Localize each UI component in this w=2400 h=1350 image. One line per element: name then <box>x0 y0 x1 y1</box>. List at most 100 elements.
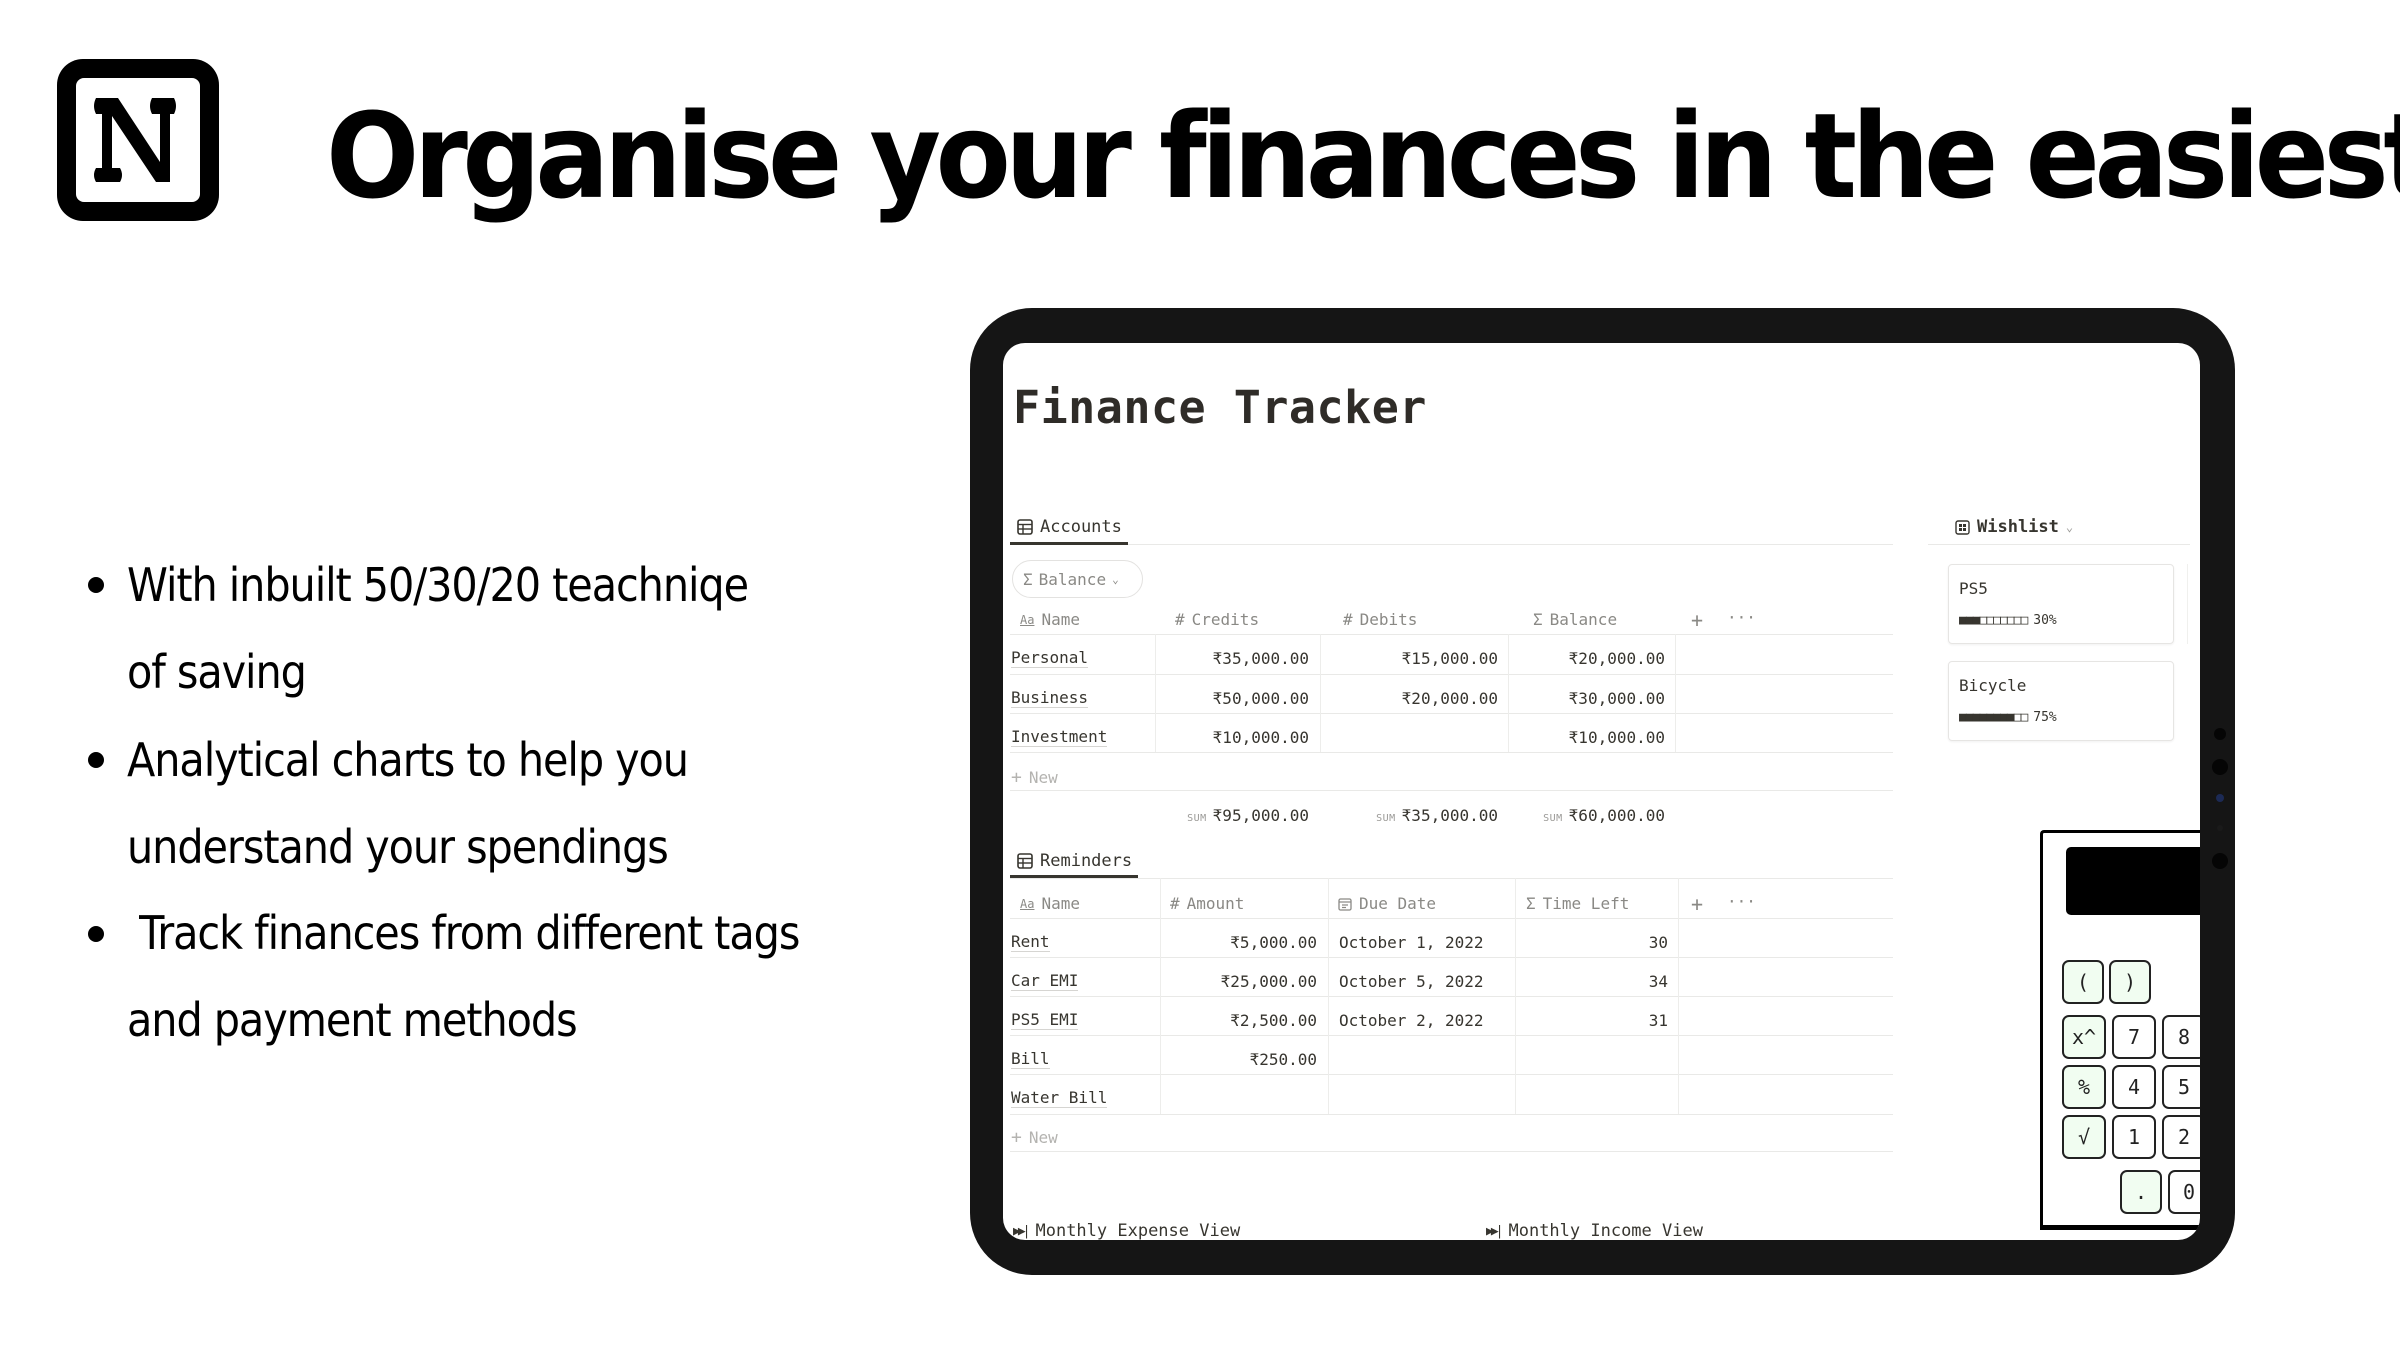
account-name[interactable]: Personal <box>1011 649 1089 668</box>
key-5[interactable]: 5 <box>2162 1065 2200 1109</box>
camera-lens-icon <box>2212 759 2228 775</box>
feature-2-line-1: Analytical charts to help you <box>127 733 689 787</box>
wishlist-view-selector[interactable]: Wishlist ⌄ <box>1955 517 2073 537</box>
key-decimal[interactable]: . <box>2120 1170 2162 1214</box>
balance-cell: ₹20,000.00 <box>1568 649 1665 668</box>
key-4[interactable]: 4 <box>2112 1065 2156 1109</box>
account-name[interactable]: Business <box>1011 689 1089 708</box>
key-sqrt[interactable]: √ <box>2062 1115 2106 1159</box>
column-header-label: Amount <box>1186 894 1245 913</box>
key-7[interactable]: 7 <box>2112 1015 2156 1059</box>
balance-filter-pill[interactable]: Σ Balance ⌄ <box>1012 560 1143 598</box>
key-0[interactable]: 0 <box>2168 1170 2200 1214</box>
notion-page: Finance Tracker Accounts Σ Balance ⌄ Aa … <box>1003 343 2200 1240</box>
wishlist-card[interactable]: PS5 ■■■□□□□□□□ 30% <box>1948 564 2174 644</box>
column-header-label: Due Date <box>1359 894 1437 913</box>
due-date-cell: October 1, 2022 <box>1339 933 1484 952</box>
feature-1-line-2: of saving <box>127 645 307 699</box>
reminder-name[interactable]: Bill <box>1011 1050 1050 1069</box>
number-property-icon: # <box>1170 894 1180 913</box>
sensor-dot-icon <box>2217 825 2223 831</box>
wishlist-card[interactable]: Bicycle ■■■■■■■■□□ 75% <box>1948 661 2174 741</box>
balance-sum[interactable]: SUM ₹60,000.00 <box>1473 806 1665 825</box>
column-divider <box>1675 634 1676 752</box>
calendar-icon <box>1338 897 1352 911</box>
active-tab-indicator <box>1010 875 1138 878</box>
balance-cell: ₹10,000.00 <box>1568 728 1665 747</box>
feature-3-line-2: and payment methods <box>127 993 578 1047</box>
camera-led-icon <box>2216 794 2224 802</box>
column-header-label: Debits <box>1359 610 1418 629</box>
row-divider <box>1010 790 1893 791</box>
text-property-icon: Aa <box>1020 896 1035 911</box>
debits-cell: ₹15,000.00 <box>1401 649 1498 668</box>
tab-accounts[interactable]: Accounts <box>1017 517 1122 537</box>
monthly-income-view-link[interactable]: ▶▶| Monthly Income View <box>1486 1221 1703 1240</box>
column-header-name[interactable]: Aa Name <box>1020 610 1080 629</box>
plus-icon: + <box>1011 767 1022 788</box>
monthly-expense-view-link[interactable]: ▶▶| Monthly Expense View <box>1013 1221 1240 1240</box>
calculator-bottom-edge <box>2040 1225 2200 1229</box>
row-divider <box>1010 713 1893 714</box>
column-header-time-left[interactable]: Σ Time Left <box>1526 894 1629 913</box>
reminder-name[interactable]: Water Bill <box>1011 1089 1108 1108</box>
new-row-label: New <box>1028 1128 1058 1147</box>
column-divider <box>1678 878 1679 1114</box>
new-row-button[interactable]: + New <box>1011 1127 1058 1148</box>
sum-label: SUM <box>1187 813 1207 824</box>
key-open-paren[interactable]: ( <box>2062 960 2104 1004</box>
row-divider <box>1010 752 1893 753</box>
card-edge <box>2187 564 2188 644</box>
key-1[interactable]: 1 <box>2112 1115 2156 1159</box>
page-title: Finance Tracker <box>1013 381 1427 434</box>
column-header-name[interactable]: Aa Name <box>1020 894 1080 913</box>
tab-accounts-label: Accounts <box>1040 517 1122 537</box>
time-left-cell: 30 <box>1648 933 1668 952</box>
column-header-label: Balance <box>1549 610 1618 629</box>
plus-icon: + <box>1011 1127 1022 1148</box>
credits-sum[interactable]: SUM ₹95,000.00 <box>1103 806 1309 825</box>
fast-forward-icon: ▶▶| <box>1486 1224 1504 1239</box>
sigma-icon: Σ <box>1023 569 1033 589</box>
more-options-button[interactable]: ··· <box>1727 608 1756 627</box>
debits-sum[interactable]: SUM ₹35,000.00 <box>1293 806 1498 825</box>
progress-percent: 30% <box>2033 613 2057 628</box>
column-header-label: Credits <box>1191 610 1260 629</box>
more-options-button[interactable]: ··· <box>1727 892 1756 911</box>
key-2[interactable]: 2 <box>2162 1115 2200 1159</box>
tab-reminders[interactable]: Reminders <box>1017 851 1132 871</box>
chevron-down-icon: ⌄ <box>2065 520 2074 534</box>
bullet-icon <box>88 577 104 593</box>
row-divider <box>1010 1035 1893 1036</box>
fast-forward-icon: ▶▶| <box>1013 1224 1031 1239</box>
camera-dot-icon <box>2214 728 2226 740</box>
add-column-button[interactable]: + <box>1691 892 1703 916</box>
add-column-button[interactable]: + <box>1691 608 1703 632</box>
new-row-button[interactable]: + New <box>1011 767 1058 788</box>
tab-reminders-label: Reminders <box>1040 851 1133 871</box>
account-name[interactable]: Investment <box>1011 728 1108 747</box>
feature-2-line-2: understand your spendings <box>127 820 669 874</box>
progress-percent: 75% <box>2033 710 2057 725</box>
progress-bar: ■■■■■■■■□□ <box>1959 710 2028 725</box>
debits-cell: ₹20,000.00 <box>1401 689 1498 708</box>
reminder-name[interactable]: PS5 EMI <box>1011 1011 1079 1030</box>
column-header-due-date[interactable]: Due Date <box>1338 894 1436 913</box>
key-8[interactable]: 8 <box>2162 1015 2200 1059</box>
time-left-cell: 31 <box>1648 1011 1668 1030</box>
row-divider <box>1010 1114 1893 1115</box>
key-percent[interactable]: % <box>2062 1065 2106 1109</box>
column-header-credits[interactable]: # Credits <box>1175 610 1259 629</box>
column-header-debits[interactable]: # Debits <box>1343 610 1417 629</box>
column-header-balance[interactable]: Σ Balance <box>1533 610 1617 629</box>
amount-cell: ₹2,500.00 <box>1230 1011 1317 1030</box>
column-header-label: Time Left <box>1542 894 1630 913</box>
formula-property-icon: Σ <box>1533 610 1543 629</box>
reminder-name[interactable]: Rent <box>1011 933 1050 952</box>
key-power[interactable]: x^ <box>2062 1015 2106 1059</box>
row-divider <box>1010 634 1893 635</box>
key-close-paren[interactable]: ) <box>2109 960 2151 1004</box>
reminder-name[interactable]: Car EMI <box>1011 972 1079 991</box>
column-header-amount[interactable]: # Amount <box>1170 894 1244 913</box>
column-divider <box>1160 878 1161 1114</box>
